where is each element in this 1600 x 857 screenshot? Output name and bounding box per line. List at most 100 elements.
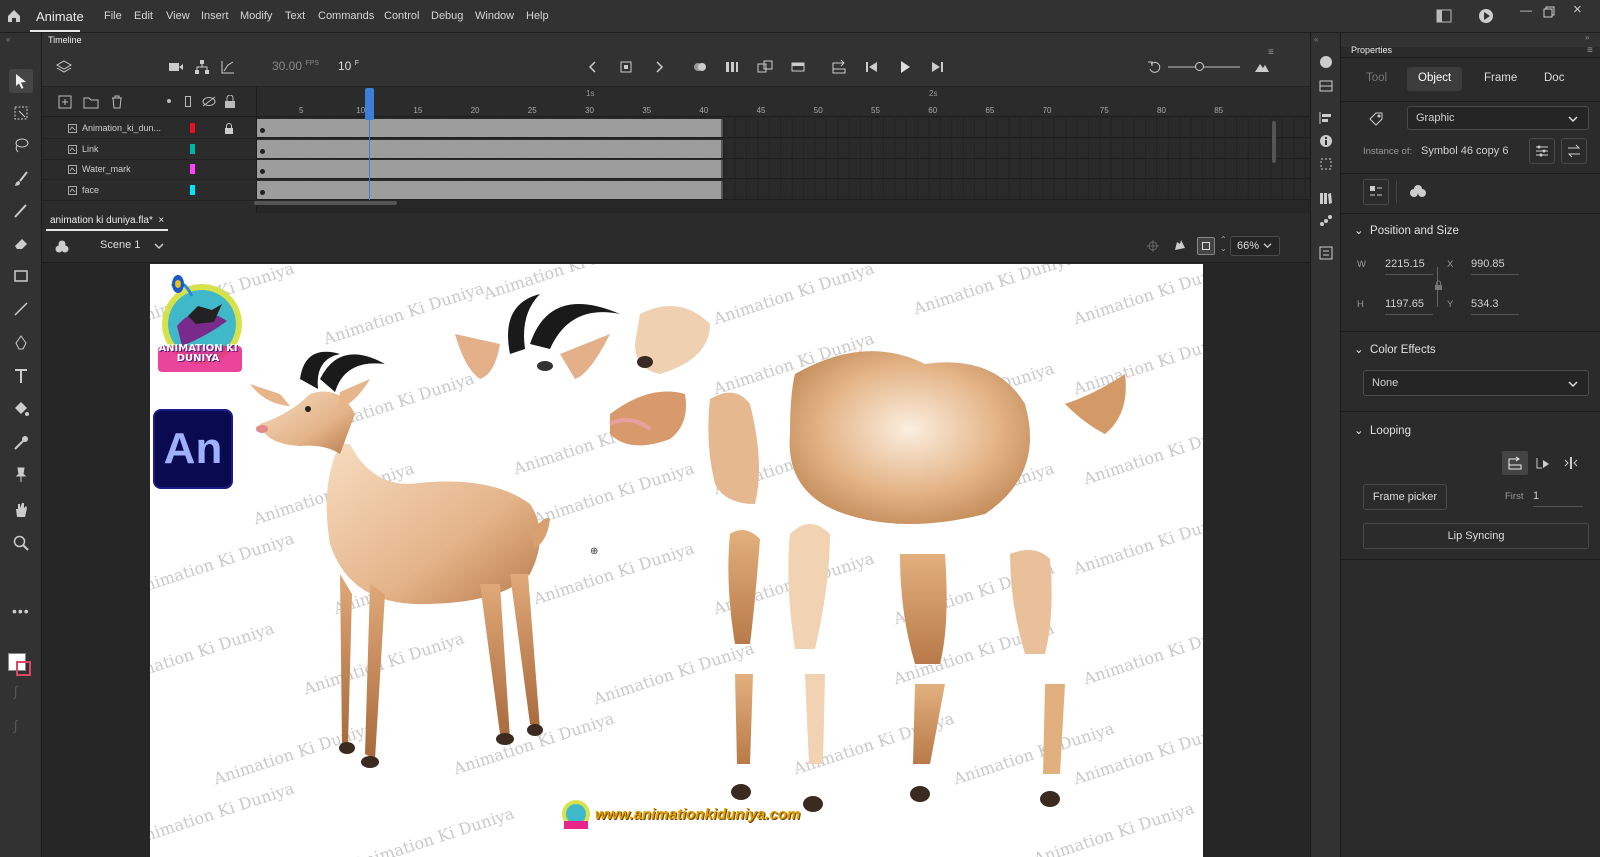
center-stage-icon[interactable] bbox=[1146, 239, 1160, 253]
step-forward-icon[interactable] bbox=[929, 59, 945, 75]
frame-value[interactable]: 10 bbox=[338, 59, 351, 73]
color-effects-header[interactable]: ⌄ Color Effects bbox=[1354, 342, 1436, 356]
menu-debug[interactable]: Debug bbox=[431, 10, 463, 22]
hand-tool[interactable] bbox=[9, 498, 33, 522]
line-tool[interactable] bbox=[9, 297, 33, 321]
keyframe-dot[interactable] bbox=[260, 128, 265, 133]
outline-icon[interactable] bbox=[185, 96, 191, 107]
stage-canvas[interactable]: Animation Ki DuniyaAnimation Ki DuniyaAn… bbox=[150, 264, 1203, 857]
doc-tab[interactable]: animation ki duniya.fla* × bbox=[46, 213, 169, 231]
menu-commands[interactable]: Commands bbox=[318, 10, 374, 22]
lip-syncing-button[interactable]: Lip Syncing bbox=[1363, 523, 1589, 549]
width-field[interactable]: 2215.15 bbox=[1385, 258, 1433, 275]
menu-help[interactable]: Help bbox=[526, 10, 549, 22]
layer-color-swatch[interactable] bbox=[190, 184, 195, 195]
pen-tool[interactable] bbox=[9, 331, 33, 355]
menu-insert[interactable]: Insert bbox=[201, 10, 229, 22]
motion-presets-icon[interactable] bbox=[1319, 214, 1333, 228]
break-apart-icon[interactable] bbox=[1409, 184, 1427, 200]
paint-brush-tool[interactable] bbox=[9, 167, 33, 191]
lock-all-icon[interactable] bbox=[224, 95, 236, 108]
selection-tool[interactable] bbox=[9, 69, 33, 93]
zoom-field[interactable]: 66% bbox=[1230, 236, 1280, 256]
menu-view[interactable]: View bbox=[166, 10, 190, 22]
align-icon[interactable] bbox=[1319, 111, 1333, 125]
edit-symbols-icon[interactable] bbox=[54, 239, 70, 255]
eyedropper-tool[interactable] bbox=[9, 431, 33, 455]
loop-icon[interactable] bbox=[831, 59, 847, 75]
timeline-vscroll[interactable] bbox=[1272, 121, 1276, 163]
parenting-icon[interactable] bbox=[194, 59, 210, 75]
highlight-icon[interactable] bbox=[167, 99, 171, 103]
library-panel-icon[interactable] bbox=[1319, 79, 1333, 93]
scene-label[interactable]: Scene 1 bbox=[100, 239, 140, 251]
workspace-icon[interactable] bbox=[1436, 9, 1452, 23]
prev-keyframe-icon[interactable] bbox=[585, 59, 601, 75]
reset-icon[interactable] bbox=[1147, 59, 1163, 75]
props-menu-icon[interactable]: ≡ bbox=[1587, 45, 1593, 56]
frame-row[interactable] bbox=[257, 138, 1310, 159]
text-tool[interactable] bbox=[9, 364, 33, 388]
keyframe-dot[interactable] bbox=[260, 169, 265, 174]
stroke-color-swatch[interactable] bbox=[16, 661, 31, 676]
onion-skin-icon[interactable] bbox=[692, 59, 708, 75]
layer-row[interactable]: Animation_ki_dun... bbox=[42, 118, 257, 139]
new-layer-icon[interactable] bbox=[58, 95, 72, 109]
rectangle-tool[interactable] bbox=[9, 264, 33, 288]
single-frame-icon[interactable] bbox=[1563, 456, 1579, 470]
graph-icon[interactable] bbox=[220, 59, 236, 75]
camera-icon[interactable] bbox=[168, 59, 184, 75]
slider-handle[interactable] bbox=[1195, 62, 1204, 71]
delete-layer-icon[interactable] bbox=[110, 95, 124, 109]
frame-picker-button[interactable]: Frame picker bbox=[1363, 484, 1447, 510]
layer-color-swatch[interactable] bbox=[190, 123, 195, 133]
y-field[interactable]: 534.3 bbox=[1471, 298, 1519, 315]
chevron-down-icon[interactable] bbox=[154, 242, 164, 250]
clip-canvas-button[interactable] bbox=[1197, 237, 1215, 255]
home-icon[interactable] bbox=[6, 8, 22, 24]
frame-span[interactable] bbox=[257, 160, 723, 178]
rotate-stage-icon[interactable] bbox=[1172, 238, 1188, 254]
instance-of-value[interactable]: Symbol 46 copy 6 bbox=[1421, 145, 1508, 157]
menu-control[interactable]: Control bbox=[384, 10, 419, 22]
play-once-icon[interactable] bbox=[1535, 456, 1551, 470]
timeline-hscroll[interactable] bbox=[254, 201, 397, 205]
brush-tool[interactable] bbox=[9, 199, 33, 223]
frame-span[interactable] bbox=[257, 119, 723, 137]
collapse-icon[interactable]: « bbox=[6, 35, 10, 44]
frame-ruler[interactable]: 1s 2s 5 10 15 20 25 30 35 40 45 50 55 60 65 70 75 80 85 bbox=[257, 87, 1310, 117]
keyframe-dot[interactable] bbox=[260, 189, 265, 195]
menu-edit[interactable]: Edit bbox=[134, 10, 153, 22]
loop-button[interactable] bbox=[1502, 451, 1528, 475]
frame-span[interactable] bbox=[257, 139, 723, 158]
goat-body-parts[interactable] bbox=[705, 344, 1175, 857]
play-icon[interactable] bbox=[897, 59, 913, 75]
free-transform-tool[interactable] bbox=[9, 101, 33, 125]
tab-tool[interactable]: Tool bbox=[1355, 67, 1398, 91]
frame-size-slider[interactable] bbox=[1168, 66, 1240, 68]
eraser-tool[interactable] bbox=[9, 231, 33, 255]
minimize-button[interactable]: — bbox=[1520, 3, 1532, 17]
layer-name[interactable]: face bbox=[82, 185, 99, 195]
transform-panel-icon[interactable] bbox=[1319, 157, 1333, 171]
more-tools-icon[interactable]: ••• bbox=[12, 603, 30, 619]
playhead[interactable] bbox=[365, 88, 374, 120]
restore-button[interactable] bbox=[1543, 6, 1555, 18]
x-field[interactable]: 990.85 bbox=[1471, 258, 1519, 275]
frame-row[interactable] bbox=[257, 118, 1310, 138]
test-movie-icon[interactable] bbox=[1478, 8, 1494, 24]
goat-head-parts[interactable] bbox=[450, 284, 730, 484]
mountain-icon[interactable] bbox=[1254, 59, 1270, 75]
close-window-button[interactable]: × bbox=[1573, 1, 1582, 18]
instance-type-dropdown[interactable]: Graphic bbox=[1407, 106, 1589, 130]
first-frame-field[interactable]: 1 bbox=[1533, 490, 1583, 507]
edit-symbol-button[interactable] bbox=[1363, 179, 1389, 205]
menu-window[interactable]: Window bbox=[475, 10, 514, 22]
paint-bucket-tool[interactable] bbox=[9, 397, 33, 421]
layer-row[interactable]: Link bbox=[42, 139, 257, 160]
tab-object[interactable]: Object bbox=[1407, 67, 1463, 91]
height-field[interactable]: 1197.65 bbox=[1385, 298, 1433, 315]
timeline-menu-icon[interactable]: ≡ bbox=[1268, 47, 1274, 58]
hide-all-icon[interactable] bbox=[202, 96, 216, 107]
layer-name[interactable]: Animation_ki_dun... bbox=[82, 123, 161, 133]
